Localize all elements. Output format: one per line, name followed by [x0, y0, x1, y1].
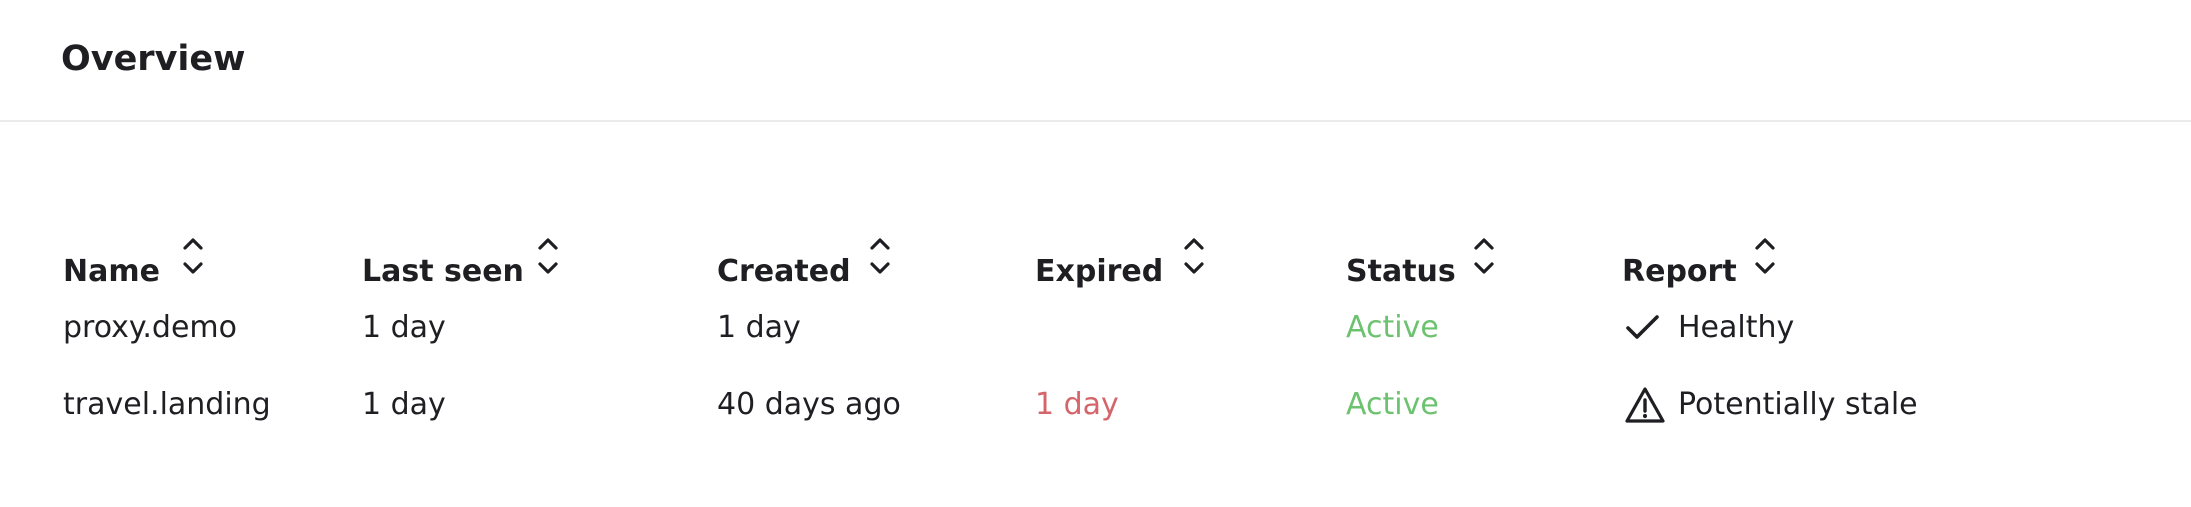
cell-report: Healthy [1622, 308, 1794, 348]
column-header-label: Report [1622, 254, 1737, 289]
cell-status: Active [1346, 387, 1439, 422]
check-icon [1622, 308, 1668, 348]
sort-updown-icon[interactable] [1181, 234, 1207, 278]
cell-report: Potentially stale [1622, 385, 1918, 425]
cell-name[interactable]: proxy.demo [63, 308, 237, 348]
column-header-status[interactable]: Status [1346, 232, 1586, 312]
cell-status: Active [1346, 310, 1439, 345]
cell-created: 40 days ago [717, 387, 901, 422]
cell-created: 1 day [717, 310, 801, 345]
column-header-name[interactable]: Name [63, 232, 303, 312]
page-header: Overview [0, 0, 2191, 122]
column-header-expired[interactable]: Expired [1035, 232, 1295, 312]
report-label: Potentially stale [1678, 387, 1918, 422]
cell-name[interactable]: travel.landing [63, 385, 271, 425]
cell-last-seen: 1 day [362, 310, 446, 345]
column-header-last-seen[interactable]: Last seen [362, 232, 642, 312]
column-header-label: Status [1346, 254, 1456, 289]
sort-updown-icon[interactable] [535, 234, 561, 278]
column-header-created[interactable]: Created [717, 232, 977, 312]
overview-table: Name Last seen Created Expired Status Re… [0, 122, 2191, 507]
report-label: Healthy [1678, 310, 1795, 345]
column-header-label: Last seen [362, 254, 524, 289]
column-header-report[interactable]: Report [1622, 232, 1862, 312]
sort-updown-icon[interactable] [867, 234, 893, 278]
column-header-label: Name [63, 254, 160, 289]
cell-last-seen: 1 day [362, 387, 446, 422]
column-header-label: Created [717, 254, 851, 289]
warning-triangle-icon [1622, 385, 1668, 425]
cell-expired: 1 day [1035, 387, 1119, 422]
sort-updown-icon[interactable] [1752, 234, 1778, 278]
sort-updown-icon[interactable] [1471, 234, 1497, 278]
sort-updown-icon[interactable] [180, 234, 206, 278]
column-header-label: Expired [1035, 254, 1164, 289]
page-title: Overview [61, 39, 246, 79]
